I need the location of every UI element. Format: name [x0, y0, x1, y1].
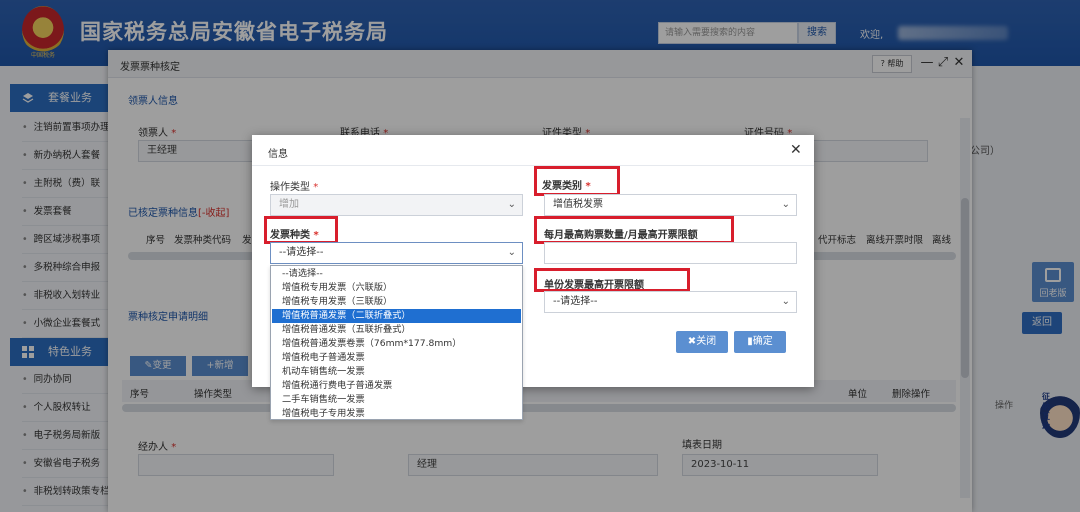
dropdown-option[interactable]: 机动车销售统一发票 — [272, 365, 521, 379]
dropdown-option[interactable]: 增值税电子专用发票 — [272, 407, 521, 420]
single-limit-select[interactable]: --请选择-- ⌄ — [544, 291, 797, 313]
op-type-select[interactable]: 增加 ⌄ — [270, 194, 523, 216]
highlight-box — [534, 268, 690, 292]
highlight-box — [534, 166, 620, 196]
dropdown-option[interactable]: 增值税通行费电子普通发票 — [272, 379, 521, 393]
op-type-label: 操作类型 * — [270, 182, 319, 193]
info-dialog-title: 信息 — [268, 149, 288, 160]
chevron-down-icon: ⌄ — [781, 199, 790, 210]
confirm-button[interactable]: ▮确定 — [734, 331, 786, 353]
close-button[interactable]: ✖关闭 — [676, 331, 728, 353]
highlight-box — [264, 216, 338, 244]
highlight-box — [534, 216, 734, 244]
invoice-kind-dropdown: --请选择-- 增值税专用发票（六联版） 增值税专用发票（三联版） 增值税普通发… — [270, 265, 523, 420]
close-icon[interactable]: ✕ — [790, 142, 802, 158]
chevron-down-icon: ⌄ — [507, 247, 516, 258]
monthly-limit-field[interactable] — [544, 242, 797, 264]
chevron-down-icon: ⌄ — [507, 199, 516, 210]
dropdown-option[interactable]: --请选择-- — [272, 267, 521, 281]
dropdown-option[interactable]: 增值税专用发票（六联版） — [272, 281, 521, 295]
dropdown-option-selected[interactable]: 增值税普通发票（二联折叠式） — [272, 309, 521, 323]
dropdown-option[interactable]: 增值税电子普通发票 — [272, 351, 521, 365]
divider — [252, 165, 814, 166]
dropdown-option[interactable]: 增值税专用发票（三联版） — [272, 295, 521, 309]
dropdown-option[interactable]: 增值税普通发票卷票（76mm*177.8mm） — [272, 337, 521, 351]
chevron-down-icon: ⌄ — [781, 296, 790, 307]
dropdown-option[interactable]: 增值税普通发票（五联折叠式） — [272, 323, 521, 337]
invoice-category-select[interactable]: 增值税发票 ⌄ — [544, 194, 797, 216]
dropdown-option[interactable]: 二手车销售统一发票 — [272, 393, 521, 407]
invoice-kind-select[interactable]: --请选择-- ⌄ — [270, 242, 523, 264]
